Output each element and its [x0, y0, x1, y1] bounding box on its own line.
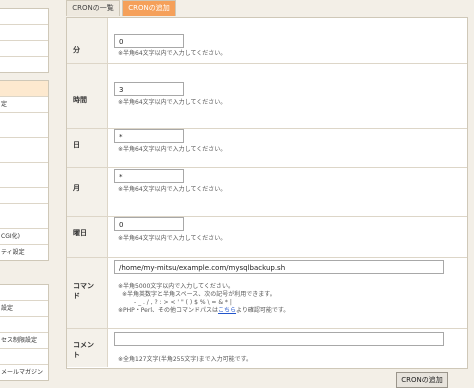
cron-add-form: 分 0 ※半角64文字以内で入力してください。 時間 3 ※半角64文字以内で入… — [66, 17, 468, 369]
sidebar-item[interactable] — [0, 204, 48, 229]
command-input[interactable]: /home/my-mitsu/example.com/mysqlbackup.s… — [114, 260, 444, 274]
day-note: ※半角64文字以内で入力してください。 — [118, 146, 227, 153]
sidebar-item[interactable] — [0, 188, 48, 204]
month-note: ※半角64文字以内で入力してください。 — [118, 186, 227, 193]
sidebar-panel-middle: 定 CGI化) ティ設定 — [0, 80, 49, 261]
sidebar-item-cgi[interactable]: CGI化) — [0, 229, 48, 245]
sidebar-item[interactable] — [0, 9, 48, 25]
minute-input[interactable]: 0 — [114, 34, 184, 48]
field-header: 日 — [67, 129, 108, 167]
comment-label-cont: ト — [73, 351, 80, 359]
field-header: コメン ト — [67, 329, 108, 367]
weekday-label: 曜日 — [73, 229, 87, 237]
field-header: コマン ド — [67, 258, 108, 328]
sidebar-item[interactable] — [0, 41, 48, 57]
command-label: コマン — [73, 282, 94, 290]
command-note-allowed: ※半角英数字と半角スペース、次の記号が利用できます。 — [122, 291, 276, 298]
sidebar-item[interactable] — [0, 317, 48, 333]
sidebar-item[interactable] — [0, 138, 48, 163]
comment-label: コメン — [73, 341, 94, 349]
month-input[interactable]: * — [114, 169, 184, 183]
day-input[interactable]: * — [114, 129, 184, 143]
add-cron-button[interactable]: CRONの追加 — [396, 372, 448, 388]
minute-note: ※半角64文字以内で入力してください。 — [118, 50, 227, 57]
sidebar-item[interactable] — [0, 57, 48, 72]
field-header: 時間 — [67, 64, 108, 128]
sidebar-item[interactable]: 設定 — [0, 301, 48, 317]
form-row-comment: コメン ト ※全角127文字(半角255文字)まで入力可能です。 — [67, 329, 467, 367]
sidebar-item[interactable] — [0, 25, 48, 41]
weekday-note: ※半角64文字以内で入力してください。 — [118, 235, 227, 242]
sidebar-item-mail-magazine[interactable]: メールマガジン — [0, 365, 48, 380]
sidebar-item[interactable] — [0, 349, 48, 365]
sidebar-item[interactable] — [0, 163, 48, 188]
command-note-path-suffix: より確認可能です。 — [236, 307, 290, 314]
tab-cron-list[interactable]: CRONの一覧 — [66, 0, 120, 16]
sidebar-panel-lower: 設定 セス制限設定 メールマガジン — [0, 284, 49, 381]
command-note-path-prefix: ※PHP・Perl、その他コマンドパスは — [118, 307, 219, 314]
hour-input[interactable]: 3 — [114, 82, 184, 96]
sidebar-item-security[interactable]: ティ設定 — [0, 245, 48, 260]
month-label: 月 — [73, 184, 80, 192]
command-note-path: ※PHP・Perl、その他コマンドパスはこちらより確認可能です。 — [118, 307, 289, 315]
sidebar-item-access-restriction[interactable]: セス制限設定 — [0, 333, 48, 349]
sidebar-item[interactable] — [0, 285, 48, 301]
weekday-input[interactable]: 0 — [114, 217, 184, 231]
comment-input[interactable] — [114, 332, 444, 346]
form-row-month: 月 * ※半角64文字以内で入力してください。 — [67, 168, 467, 217]
command-path-link[interactable]: こちら — [218, 307, 236, 314]
form-row-weekday: 曜日 0 ※半角64文字以内で入力してください。 — [67, 217, 467, 258]
sidebar-item-active[interactable] — [0, 81, 48, 97]
sidebar-panel-upper — [0, 8, 49, 73]
tab-cron-add[interactable]: CRONの追加 — [122, 0, 176, 16]
form-row-command: コマン ド /home/my-mitsu/example.com/mysqlba… — [67, 258, 467, 329]
command-note-length: ※半角5000文字以内で入力してください。 — [118, 283, 234, 290]
hour-label: 時間 — [73, 96, 87, 104]
form-row-hour: 時間 3 ※半角64文字以内で入力してください。 — [67, 64, 467, 129]
command-label-cont: ド — [73, 292, 80, 300]
minute-label: 分 — [73, 46, 80, 54]
form-row-day: 日 * ※半角64文字以内で入力してください。 — [67, 129, 467, 168]
left-sidebar: 定 CGI化) ティ設定 設定 セス制限設定 メールマガジン — [0, 0, 50, 384]
field-header: 分 — [67, 18, 108, 63]
field-header: 月 — [67, 168, 108, 216]
sidebar-item[interactable] — [0, 113, 48, 138]
hour-note: ※半角64文字以内で入力してください。 — [118, 99, 227, 106]
sidebar-item[interactable]: 定 — [0, 97, 48, 113]
form-row-minute: 分 0 ※半角64文字以内で入力してください。 — [67, 18, 467, 64]
day-label: 日 — [73, 141, 80, 149]
comment-note: ※全角127文字(半角255文字)まで入力可能です。 — [118, 356, 253, 363]
command-note-symbols: - _ . / , ? : > < ' " ( ) $ % \ = & * | — [134, 299, 232, 306]
field-header: 曜日 — [67, 217, 108, 257]
